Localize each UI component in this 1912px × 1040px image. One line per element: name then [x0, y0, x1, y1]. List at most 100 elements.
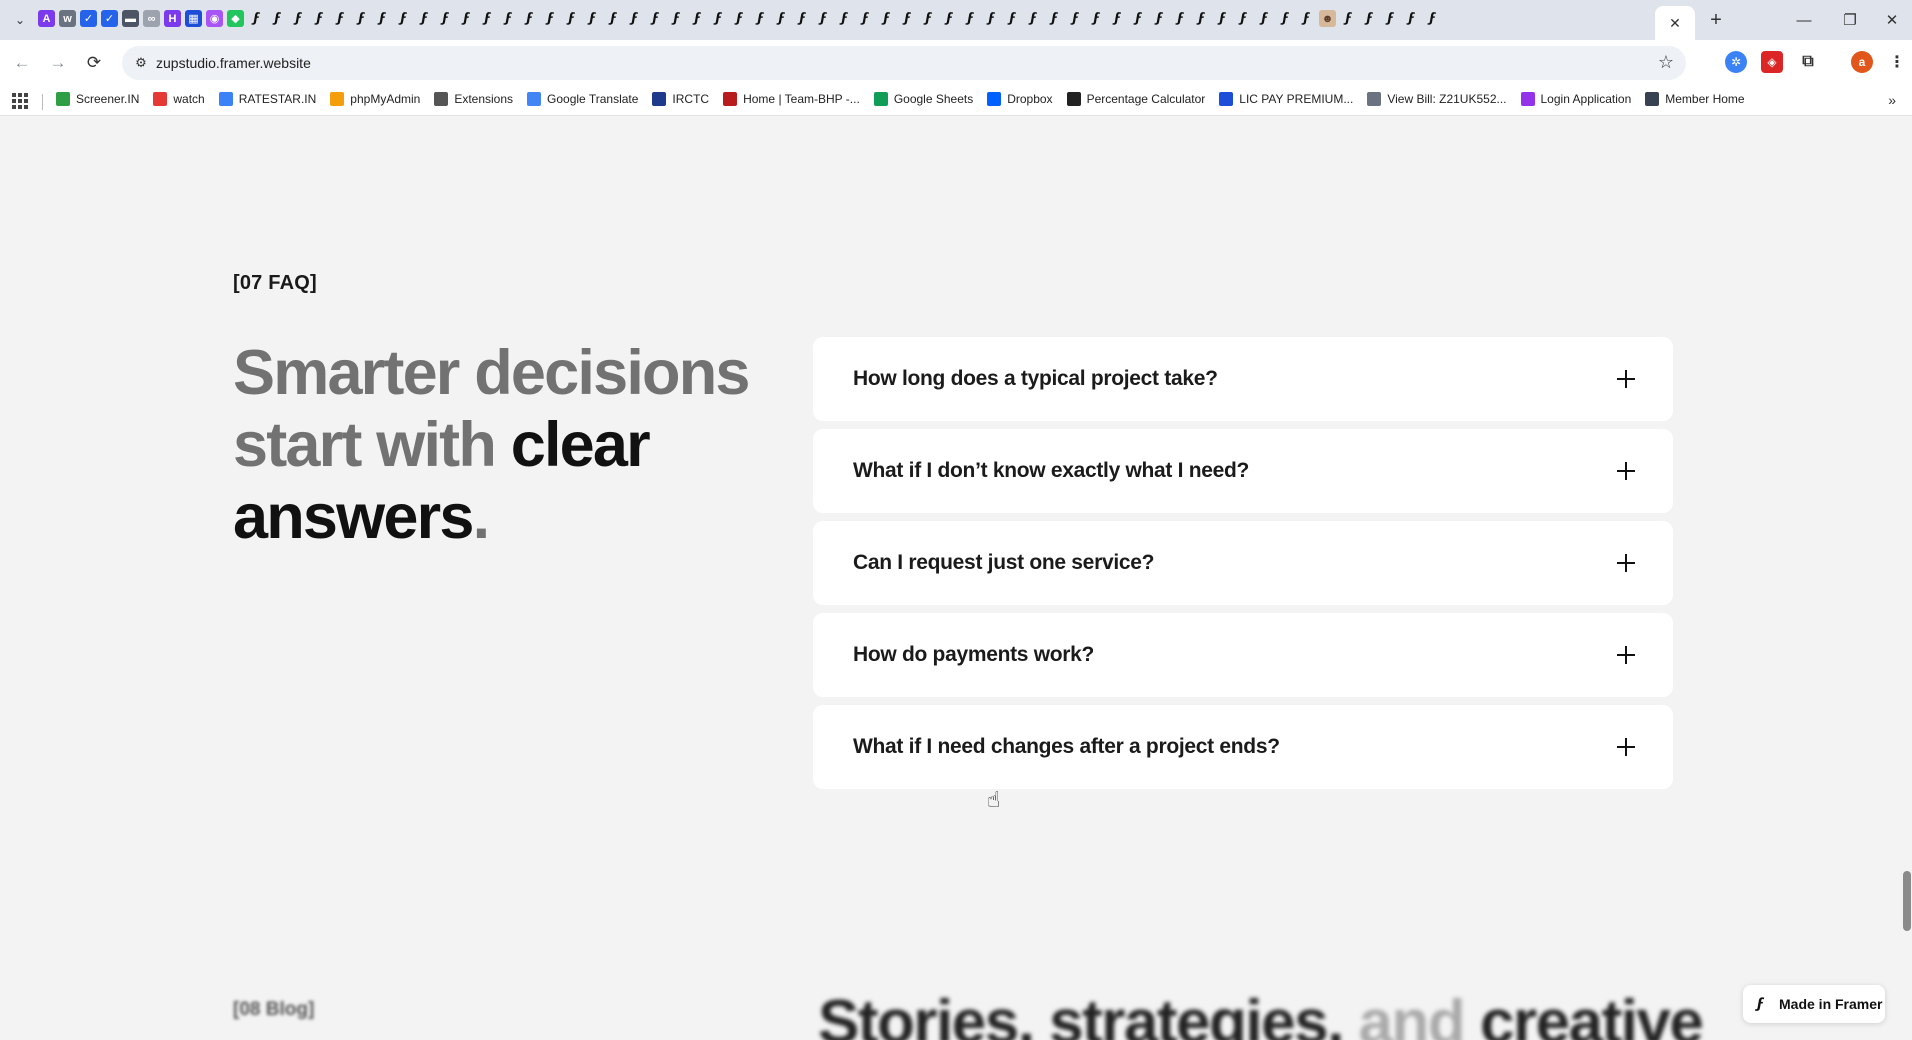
expand-plus-icon[interactable] [1617, 646, 1635, 664]
framer-tab-icon[interactable]: ϝ [415, 10, 435, 27]
framer-tab-icon[interactable]: ϝ [1339, 10, 1359, 27]
framer-tab-icon[interactable]: ϝ [814, 10, 834, 27]
framer-tab-icon[interactable]: ϝ [646, 10, 666, 27]
bookmark-item[interactable]: View Bill: Z21UK552... [1367, 92, 1507, 106]
framer-tab-icon[interactable]: ϝ [289, 10, 309, 27]
tab-favicon-icon[interactable]: w [59, 10, 76, 27]
bookmark-item[interactable]: RATESTAR.IN [218, 92, 316, 106]
framer-tab-icon[interactable]: ϝ [310, 10, 330, 27]
faq-question[interactable]: Can I request just one service? [853, 551, 1154, 575]
framer-tab-icon[interactable]: ϝ [1066, 10, 1086, 27]
framer-tab-icon[interactable]: ϝ [835, 10, 855, 27]
made-in-framer-badge[interactable]: ϝ Made in Framer [1743, 985, 1885, 1023]
bookmark-item[interactable]: Screener.IN [56, 92, 139, 106]
expand-plus-icon[interactable] [1617, 738, 1635, 756]
framer-tab-icon[interactable]: ϝ [1003, 10, 1023, 27]
restore-button[interactable]: ❐ [1830, 8, 1870, 32]
tab-favicon-icon[interactable]: ▦ [185, 10, 202, 27]
framer-tab-icon[interactable]: ϝ [730, 10, 750, 27]
framer-tab-icon[interactable]: ϝ [877, 10, 897, 27]
framer-tab-icon[interactable]: ϝ [1192, 10, 1212, 27]
tab-close-icon[interactable]: ✕ [1669, 15, 1681, 32]
framer-tab-icon[interactable]: ϝ [709, 10, 729, 27]
shield-extension-icon[interactable]: ◈ [1761, 51, 1783, 73]
faq-item[interactable]: What if I need changes after a project e… [813, 705, 1673, 789]
minimize-button[interactable]: — [1784, 8, 1824, 32]
framer-tab-icon[interactable]: ϝ [940, 10, 960, 27]
bookmark-item[interactable]: Google Translate [527, 92, 638, 106]
framer-tab-icon[interactable]: ϝ [541, 10, 561, 27]
expand-plus-icon[interactable] [1617, 462, 1635, 480]
framer-tab-icon[interactable]: ϝ [1297, 10, 1317, 27]
framer-tab-icon[interactable]: ϝ [604, 10, 624, 27]
tab-favicon-icon[interactable]: ✓ [101, 10, 118, 27]
faq-item[interactable]: How long does a typical project take? [813, 337, 1673, 421]
faq-item[interactable]: How do payments work? [813, 613, 1673, 697]
bookmarks-overflow-icon[interactable]: » [1888, 92, 1896, 108]
bookmark-item[interactable]: Percentage Calculator [1066, 92, 1205, 106]
tab-favicon-icon[interactable]: ▬ [122, 10, 139, 27]
bookmark-item[interactable]: Member Home [1645, 92, 1745, 106]
avatar-tab-icon[interactable]: ☻ [1319, 10, 1336, 27]
new-tab-button[interactable]: + [1704, 8, 1728, 32]
framer-tab-icon[interactable]: ϝ [1129, 10, 1149, 27]
framer-tab-icon[interactable]: ϝ [1381, 10, 1401, 27]
tab-favicon-icon[interactable]: ◉ [206, 10, 223, 27]
forward-button[interactable]: → [46, 51, 70, 75]
url-text[interactable]: zupstudio.framer.website [156, 55, 311, 71]
framer-tab-icon[interactable]: ϝ [793, 10, 813, 27]
page-scrollbar[interactable] [1902, 117, 1912, 1040]
framer-tab-icon[interactable]: ϝ [1360, 10, 1380, 27]
framer-tab-icon[interactable]: ϝ [436, 10, 456, 27]
extensions-puzzle-icon[interactable]: ⧉ [1797, 51, 1819, 73]
framer-tab-icon[interactable]: ϝ [1213, 10, 1233, 27]
framer-tab-icon[interactable]: ϝ [1024, 10, 1044, 27]
bookmark-item[interactable]: Home | Team-BHP -... [723, 92, 860, 106]
faq-item[interactable]: What if I don’t know exactly what I need… [813, 429, 1673, 513]
framer-tab-icon[interactable]: ϝ [688, 10, 708, 27]
browser-menu-icon[interactable]: ⋮ [1886, 51, 1908, 73]
faq-question[interactable]: What if I need changes after a project e… [853, 735, 1280, 759]
bookmark-item[interactable]: Google Sheets [873, 92, 973, 106]
framer-tab-icon[interactable]: ϝ [1423, 10, 1443, 27]
expand-plus-icon[interactable] [1617, 370, 1635, 388]
tab-favicon-icon[interactable]: A [38, 10, 55, 27]
expand-plus-icon[interactable] [1617, 554, 1635, 572]
tab-favicon-icon[interactable]: ◆ [227, 10, 244, 27]
framer-tab-icon[interactable]: ϝ [373, 10, 393, 27]
framer-tab-icon[interactable]: ϝ [898, 10, 918, 27]
framer-tab-icon[interactable]: ϝ [352, 10, 372, 27]
framer-tab-icon[interactable]: ϝ [268, 10, 288, 27]
framer-tab-icon[interactable]: ϝ [1255, 10, 1275, 27]
bookmark-item[interactable]: IRCTC [652, 92, 709, 106]
framer-tab-icon[interactable]: ϝ [520, 10, 540, 27]
close-window-button[interactable]: ✕ [1872, 8, 1912, 32]
framer-tab-icon[interactable]: ϝ [1171, 10, 1191, 27]
bookmark-item[interactable]: phpMyAdmin [330, 92, 420, 106]
bookmark-item[interactable]: watch [153, 92, 205, 106]
framer-tab-icon[interactable]: ϝ [856, 10, 876, 27]
framer-tab-icon[interactable]: ϝ [751, 10, 771, 27]
apps-grid-icon[interactable] [12, 93, 28, 109]
framer-tab-icon[interactable]: ϝ [982, 10, 1002, 27]
tab-favicon-icon[interactable]: ∞ [143, 10, 160, 27]
framer-tab-icon[interactable]: ϝ [772, 10, 792, 27]
framer-tab-icon[interactable]: ϝ [1150, 10, 1170, 27]
profile-avatar[interactable]: a [1851, 51, 1873, 73]
faq-question[interactable]: How do payments work? [853, 643, 1094, 667]
faq-question[interactable]: What if I don’t know exactly what I need… [853, 459, 1249, 483]
framer-tab-icon[interactable]: ϝ [247, 10, 267, 27]
framer-tab-icon[interactable]: ϝ [499, 10, 519, 27]
framer-tab-icon[interactable]: ϝ [1108, 10, 1128, 27]
bookmark-item[interactable]: Login Application [1520, 92, 1631, 106]
framer-tab-icon[interactable]: ϝ [478, 10, 498, 27]
faq-item[interactable]: Can I request just one service? [813, 521, 1673, 605]
tab-search-chevron-icon[interactable]: ⌄ [10, 10, 30, 30]
active-tab[interactable]: ✕ [1655, 6, 1695, 40]
framer-tab-icon[interactable]: ϝ [1234, 10, 1254, 27]
site-info-icon[interactable]: ⚙ [132, 54, 150, 72]
framer-tab-icon[interactable]: ϝ [1087, 10, 1107, 27]
address-bar[interactable]: ⚙ zupstudio.framer.website ☆ [122, 46, 1686, 80]
framer-tab-icon[interactable]: ϝ [1276, 10, 1296, 27]
tab-favicon-icon[interactable]: ✓ [80, 10, 97, 27]
